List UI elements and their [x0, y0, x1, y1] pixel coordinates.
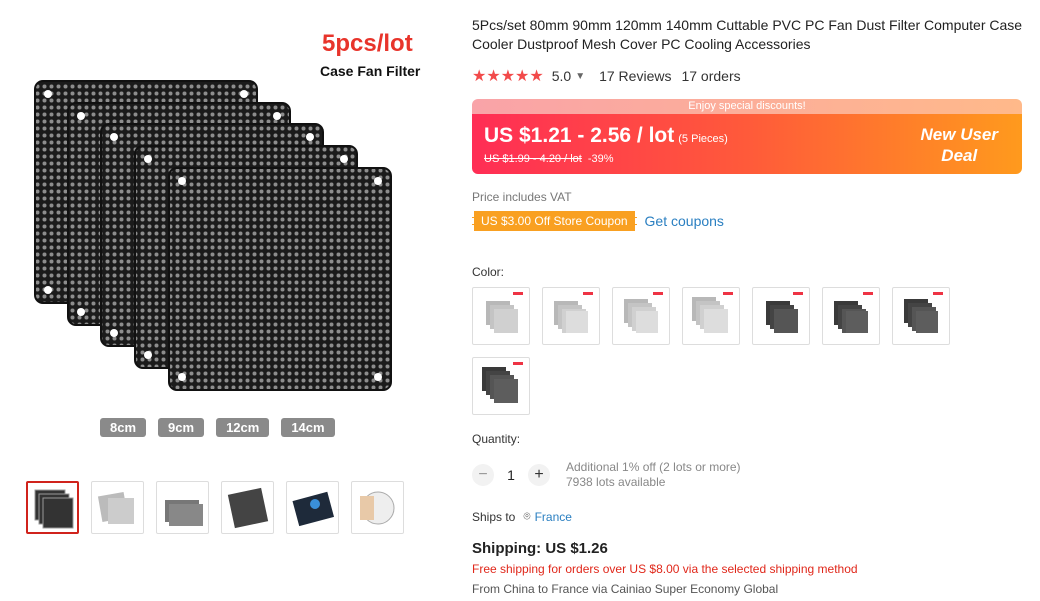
color-option-light-4[interactable] [682, 287, 740, 345]
main-product-image[interactable] [20, 20, 440, 450]
pieces-count: (5 Pieces) [678, 133, 728, 145]
gray-filter-thumb [164, 499, 203, 526]
ships-to-country[interactable]: France [535, 510, 572, 524]
original-price: US $1.99 - 4.20 / lot [484, 153, 582, 165]
dark-filter-stack-icon [834, 301, 868, 333]
fan-filter-image [34, 80, 392, 391]
old-price: US $1.99 - 4.20 / lot -39% [484, 153, 614, 165]
thumbnail-5[interactable] [286, 481, 339, 534]
light-filter-stack-icon [692, 297, 728, 333]
new-user-label: New User [920, 125, 998, 144]
color-option-light-2[interactable] [542, 287, 600, 345]
filter-stack-thumb [34, 489, 73, 528]
size-tag-8cm: 8cm [100, 418, 147, 437]
stock-available: 7938 lots available [566, 475, 666, 489]
shipping-title: Shipping: US $1.26 [472, 540, 608, 557]
color-option-light-1[interactable] [472, 287, 530, 345]
size-tag-9cm: 9cm [158, 418, 205, 437]
color-option-light-3[interactable] [612, 287, 670, 345]
brand-logo-icon [863, 292, 873, 295]
brand-logo-icon [793, 292, 803, 295]
case-install-thumb [292, 491, 334, 526]
color-option-dark-1[interactable] [752, 287, 810, 345]
brand-logo-icon [933, 292, 943, 295]
thumbnail-strip [26, 481, 404, 534]
bulk-discount-note: Additional 1% off (2 lots or more) [566, 460, 741, 474]
brand-logo-icon [723, 292, 733, 295]
orders-count: 17 orders [681, 68, 741, 84]
light-filter-stack-icon [486, 301, 518, 333]
color-option-dark-2[interactable] [822, 287, 880, 345]
light-filter-stack-icon [554, 301, 588, 333]
brand-logo-icon [653, 292, 663, 295]
color-label: Color: [472, 265, 505, 279]
product-gallery: 5pcs/lot Case Fan Filter 8cm 9cm 12cm 14… [0, 0, 440, 601]
price-value: US $1.21 - 2.56 / lot [484, 124, 675, 147]
promo-subtitle: Case Fan Filter [320, 63, 421, 79]
size-tags: 8cm 9cm 12cm 14cm [100, 418, 335, 437]
deal-banner-body: US $1.21 - 2.56 / lot (5 Pieces) US $1.99… [472, 114, 1022, 174]
light-filter-thumb [97, 491, 134, 524]
single-filter-thumb [227, 487, 268, 528]
vat-note: Price includes VAT [472, 190, 572, 204]
ships-to-row: Ships to ⌾ France [472, 509, 572, 524]
color-swatches [472, 287, 972, 415]
quantity-label: Quantity: [472, 432, 521, 446]
ships-to-label: Ships to [472, 509, 516, 524]
size-tag-12cm: 12cm [216, 418, 270, 437]
discount-percent: -39% [587, 153, 614, 165]
dark-filter-stack-icon [766, 301, 798, 333]
deal-label: Deal [941, 146, 978, 165]
thumbnail-4[interactable] [221, 481, 274, 534]
shipping-route: From China to France via Cainiao Super E… [472, 582, 779, 596]
brand-logo-icon [583, 292, 593, 295]
quantity-increase-button[interactable]: + [528, 464, 550, 486]
cutting-filter-thumb [359, 491, 394, 524]
color-option-dark-4[interactable] [472, 357, 530, 415]
thumbnail-3[interactable] [156, 481, 209, 534]
brand-logo-icon [513, 292, 523, 295]
dark-filter-stack-icon [904, 299, 938, 333]
chevron-down-icon[interactable]: ▼ [575, 71, 585, 82]
get-coupons-link[interactable]: Get coupons [645, 213, 724, 229]
promo-title: 5pcs/lot [322, 30, 413, 57]
reviews-link[interactable]: 17 Reviews [599, 68, 671, 84]
size-tag-14cm: 14cm [281, 418, 335, 437]
color-option-dark-3[interactable] [892, 287, 950, 345]
quantity-info: Additional 1% off (2 lots or more) 7938 … [566, 460, 741, 490]
thumbnail-2[interactable] [91, 481, 144, 534]
star-rating-icon: ★★★★★ [472, 68, 544, 85]
light-filter-stack-icon [624, 299, 658, 333]
product-title: 5Pcs/set 80mm 90mm 120mm 140mm Cuttable … [472, 17, 1023, 52]
rating-value[interactable]: 5.0 [552, 68, 571, 84]
dark-filter-stack-icon [482, 367, 518, 403]
store-coupon-badge[interactable]: US $3.00 Off Store Coupon [472, 211, 637, 231]
quantity-stepper: − 1 + Additional 1% off (2 lots or more)… [472, 460, 741, 490]
quantity-input[interactable]: 1 [494, 467, 528, 483]
deal-banner: Enjoy special discounts! US $1.21 - 2.56… [472, 99, 1022, 174]
rating-row: ★★★★★ 5.0 ▼ 17 Reviews 17 orders [472, 66, 741, 86]
thumbnail-1[interactable] [26, 481, 79, 534]
price: US $1.21 - 2.56 / lot (5 Pieces) [484, 124, 728, 148]
brand-logo-icon [513, 362, 523, 365]
free-shipping-note: Free shipping for orders over US $8.00 v… [472, 562, 858, 576]
thumbnail-6[interactable] [351, 481, 404, 534]
quantity-decrease-button[interactable]: − [472, 464, 494, 486]
coupon-row: US $3.00 Off Store Coupon Get coupons [472, 211, 724, 231]
deal-banner-top: Enjoy special discounts! [472, 99, 1022, 114]
pin-icon: ⌾ [523, 509, 531, 523]
new-user-deal-badge[interactable]: New User Deal [921, 124, 998, 166]
